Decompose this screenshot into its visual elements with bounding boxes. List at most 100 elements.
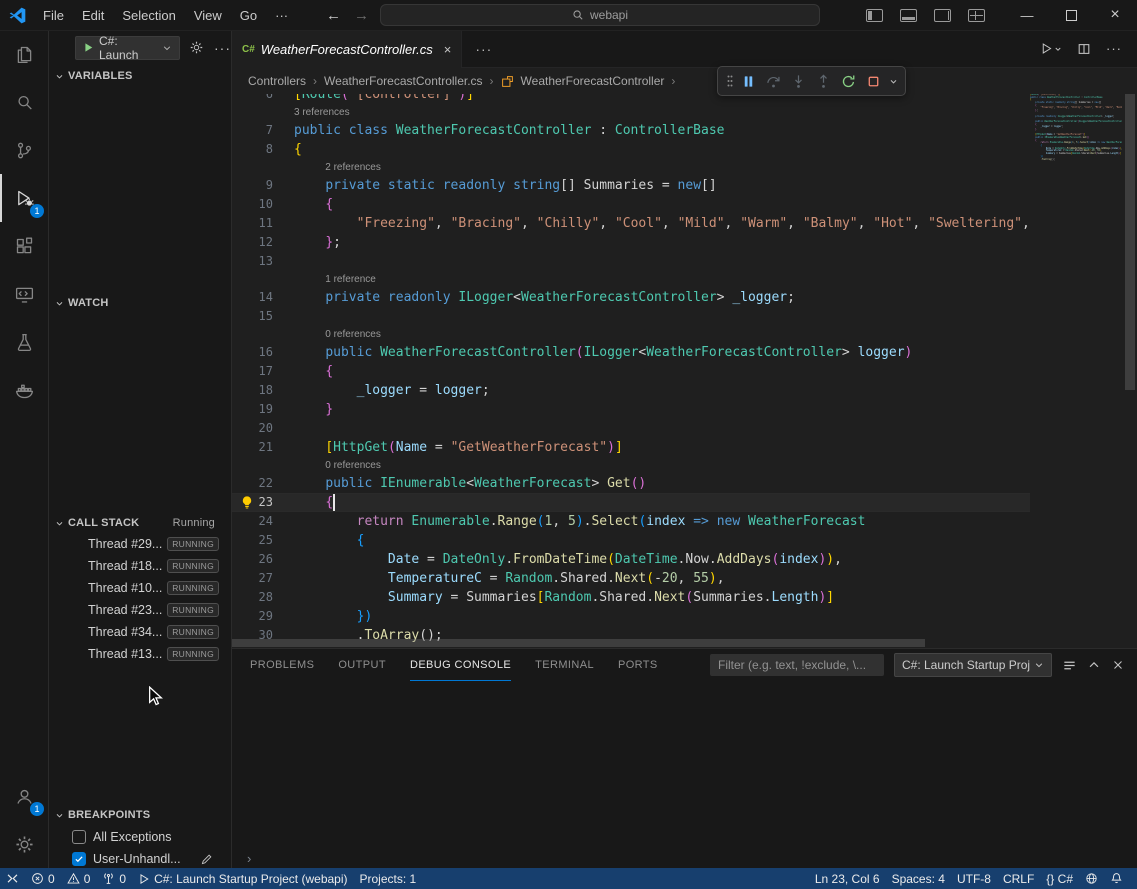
code-line[interactable]: 7public class WeatherForecastController … (232, 121, 1030, 140)
menu-go[interactable]: Go (231, 0, 266, 30)
thread-row[interactable]: Thread #18...RUNNING (48, 555, 231, 577)
tab-weatherforecastcontroller[interactable]: C# WeatherForecastController.cs × (232, 30, 462, 68)
code-line[interactable]: 6[Route("[controller]")] (232, 94, 1030, 104)
panel-more-actions-icon[interactable] (1062, 658, 1077, 673)
toggle-sidebar-icon[interactable] (866, 9, 883, 22)
debug-settings-gear-icon[interactable] (189, 40, 204, 55)
code-line[interactable]: 13 (232, 252, 1030, 271)
status-errors[interactable]: 0 (25, 868, 61, 889)
breadcrumb-item[interactable]: WeatherForecastController (521, 74, 665, 88)
codelens-row[interactable]: 1 reference (232, 271, 1030, 288)
panel-tab-problems[interactable]: PROBLEMS (250, 649, 314, 681)
debug-start-icon[interactable] (83, 42, 94, 53)
code-editor[interactable]: 6[Route("[controller]")]3 references7pub… (232, 94, 1137, 648)
breadcrumb-item[interactable]: WeatherForecastController.cs (324, 74, 483, 88)
toggle-secondary-sidebar-icon[interactable] (934, 9, 951, 22)
activity-run-and-debug[interactable]: 1 (0, 174, 48, 222)
sidebar-more-actions-icon[interactable]: ··· (214, 40, 231, 56)
editor-more-actions-icon[interactable]: ··· (1106, 41, 1122, 56)
codelens-row[interactable]: 2 references (232, 159, 1030, 176)
activity-extensions[interactable] (0, 222, 48, 270)
activity-search[interactable] (0, 78, 48, 126)
pause-button[interactable] (736, 68, 761, 94)
status-projects[interactable]: Projects: 1 (354, 868, 423, 889)
thread-row[interactable]: Thread #34...RUNNING (48, 621, 231, 643)
menu-selection[interactable]: Selection (113, 0, 184, 30)
status-remote[interactable] (0, 868, 25, 889)
customize-layout-icon[interactable] (968, 9, 985, 22)
codelens-references-link[interactable]: 0 references (325, 457, 381, 474)
section-call-stack[interactable]: CALL STACK Running (48, 512, 231, 534)
status-eol[interactable]: CRLF (997, 868, 1040, 889)
console-target-dropdown[interactable]: C#: Launch Startup Proj (894, 653, 1052, 677)
activity-docker[interactable] (0, 366, 48, 414)
breadcrumb-item[interactable]: Controllers (248, 74, 306, 88)
code-line[interactable]: 14 private readonly ILogger<WeatherForec… (232, 288, 1030, 307)
stop-dropdown-chevron-icon[interactable] (886, 68, 900, 94)
code-line[interactable]: 28 Summary = Summaries[Random.Shared.Nex… (232, 588, 1030, 607)
command-center-search[interactable]: webapi (380, 4, 820, 26)
breakpoint-row[interactable]: User-Unhandl... (48, 848, 231, 870)
activity-remote-explorer[interactable] (0, 270, 48, 318)
menu-more[interactable]: ··· (266, 0, 297, 30)
step-over-button[interactable] (761, 68, 786, 94)
code-line[interactable]: 25 { (232, 531, 1030, 550)
panel-tab-terminal[interactable]: TERMINAL (535, 649, 594, 681)
step-out-button[interactable] (811, 68, 836, 94)
code-line[interactable]: 19 } (232, 400, 1030, 419)
codelens-row[interactable]: 3 references (232, 104, 1030, 121)
breakpoint-checkbox[interactable] (72, 852, 86, 866)
code-line[interactable]: 26 Date = DateOnly.FromDateTime(DateTime… (232, 550, 1030, 569)
activity-settings[interactable] (0, 820, 48, 868)
tab-close-icon[interactable]: × (444, 42, 452, 57)
console-filter-input[interactable] (710, 654, 884, 676)
activity-source-control[interactable] (0, 126, 48, 174)
code-line[interactable]: 20 (232, 419, 1030, 438)
launch-config-dropdown[interactable]: C#: Launch (75, 36, 180, 60)
code-line[interactable]: 17 { (232, 362, 1030, 381)
panel-tab-debug-console[interactable]: DEBUG CONSOLE (410, 649, 511, 681)
lightbulb-icon[interactable] (240, 495, 254, 510)
codelens-row[interactable]: 0 references (232, 326, 1030, 343)
panel-tab-output[interactable]: OUTPUT (338, 649, 386, 681)
code-line[interactable]: 10 { (232, 195, 1030, 214)
code-line[interactable]: 27 TemperatureC = Random.Shared.Next(-20… (232, 569, 1030, 588)
maximize-button[interactable] (1049, 0, 1093, 30)
minimize-button[interactable]: — (1005, 0, 1049, 30)
stop-button[interactable] (861, 68, 886, 94)
maximize-panel-icon[interactable] (1087, 658, 1101, 672)
codelens-references-link[interactable]: 3 references (294, 104, 350, 121)
vertical-scrollbar-thumb[interactable] (1125, 94, 1135, 390)
thread-row[interactable]: Thread #29...RUNNING (48, 533, 231, 555)
run-file-button[interactable] (1040, 42, 1062, 55)
toggle-panel-icon[interactable] (900, 9, 917, 22)
code-line[interactable]: 12 }; (232, 233, 1030, 252)
toolbar-drag-handle[interactable] (723, 68, 736, 94)
code-line[interactable]: 18 _logger = logger; (232, 381, 1030, 400)
status-ports-forwarded[interactable]: 0 (96, 868, 132, 889)
activity-testing[interactable] (0, 318, 48, 366)
status-indentation[interactable]: Spaces: 4 (886, 868, 951, 889)
thread-row[interactable]: Thread #23...RUNNING (48, 599, 231, 621)
code-line[interactable]: 29 }) (232, 607, 1030, 626)
close-panel-icon[interactable] (1111, 658, 1125, 672)
status-cursor-position[interactable]: Ln 23, Col 6 (809, 868, 886, 889)
thread-row[interactable]: Thread #10...RUNNING (48, 577, 231, 599)
breakpoint-checkbox[interactable] (72, 830, 86, 844)
split-editor-icon[interactable] (1077, 42, 1091, 56)
close-button[interactable]: × (1093, 0, 1137, 30)
horizontal-scrollbar[interactable] (232, 638, 1030, 648)
section-watch[interactable]: WATCH (48, 292, 231, 314)
code-line[interactable]: 9 private static readonly string[] Summa… (232, 176, 1030, 195)
status-csharp-status[interactable] (1079, 868, 1104, 889)
codelens-references-link[interactable]: 2 references (325, 159, 381, 176)
status-encoding[interactable]: UTF-8 (951, 868, 997, 889)
status-notifications[interactable] (1104, 868, 1129, 889)
menu-view[interactable]: View (185, 0, 231, 30)
status-language-mode[interactable]: {} C# (1040, 868, 1079, 889)
code-line[interactable]: 8{ (232, 140, 1030, 159)
code-line[interactable]: 23 { (232, 493, 1030, 512)
status-debug-target[interactable]: C#: Launch Startup Project (webapi) (132, 868, 353, 889)
code-line[interactable]: 11 "Freezing", "Bracing", "Chilly", "Coo… (232, 214, 1030, 233)
codelens-references-link[interactable]: 0 references (325, 326, 381, 343)
